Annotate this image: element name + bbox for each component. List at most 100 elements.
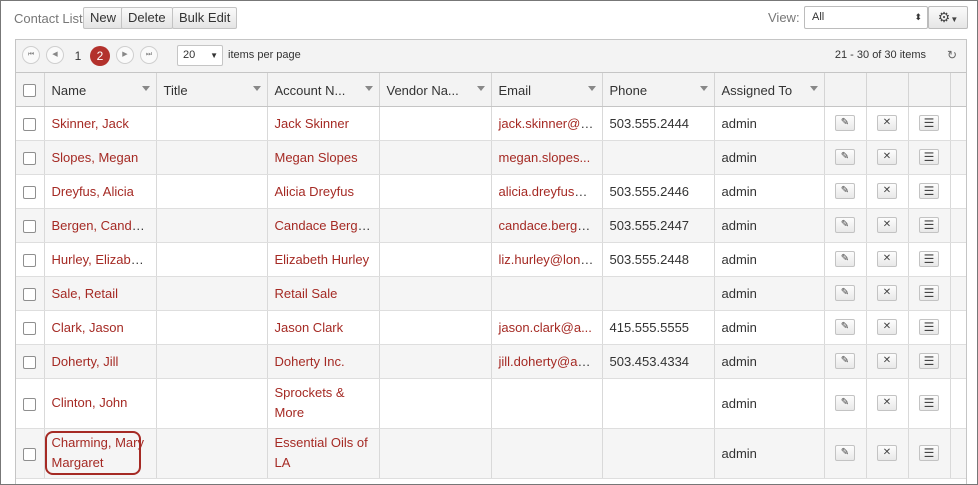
edit-button[interactable]: ✎ xyxy=(835,183,855,200)
delete-row-button[interactable]: ✕ xyxy=(877,285,897,302)
row-checkbox[interactable] xyxy=(23,355,37,369)
filter-icon[interactable] xyxy=(587,86,596,91)
bulk-edit-button[interactable]: Bulk Edit xyxy=(172,7,238,29)
edit-button[interactable]: ✎ xyxy=(835,319,855,336)
row-checkbox[interactable] xyxy=(23,447,37,461)
row-menu-button[interactable]: ☰ xyxy=(919,149,939,166)
account-name-cell[interactable]: Jason Clark xyxy=(266,310,379,345)
name-cell[interactable]: Charming, Mary Margaret xyxy=(43,428,156,479)
email-cell xyxy=(490,276,602,311)
row-checkbox[interactable] xyxy=(23,287,37,301)
column-header-vendor-name[interactable]: Vendor Na... xyxy=(378,73,491,107)
name-cell[interactable]: Skinner, Jack xyxy=(43,106,156,141)
filter-icon[interactable] xyxy=(699,86,708,91)
row-menu-button[interactable]: ☰ xyxy=(919,353,939,370)
account-name-cell[interactable]: Retail Sale xyxy=(266,276,379,311)
email-cell[interactable]: jason.clark@a... xyxy=(490,310,602,345)
account-name-cell[interactable]: Essential Oils of LA xyxy=(266,428,379,479)
prev-page-icon[interactable]: ◀ xyxy=(46,46,64,64)
row-menu-button[interactable]: ☰ xyxy=(919,251,939,268)
name-cell[interactable]: Bergen, Candace xyxy=(43,208,156,243)
select-all-checkbox[interactable] xyxy=(23,83,37,97)
refresh-icon[interactable]: ↻ xyxy=(947,48,957,62)
row-checkbox[interactable] xyxy=(23,185,37,199)
delete-row-button[interactable]: ✕ xyxy=(877,149,897,166)
page-size-select[interactable]: 20 ▼ xyxy=(177,45,223,66)
page-2-button[interactable]: 2 xyxy=(90,46,110,66)
name-cell[interactable]: Slopes, Megan xyxy=(43,140,156,175)
delete-row-button[interactable]: ✕ xyxy=(877,217,897,234)
name-cell[interactable]: Doherty, Jill xyxy=(43,344,156,379)
account-name-cell[interactable]: Doherty Inc. xyxy=(266,344,379,379)
account-name-cell[interactable]: Jack Skinner xyxy=(266,106,379,141)
edit-button[interactable]: ✎ xyxy=(835,445,855,462)
page-1-button[interactable]: 1 xyxy=(68,46,88,66)
edit-button[interactable]: ✎ xyxy=(835,149,855,166)
account-name-cell[interactable]: Megan Slopes xyxy=(266,140,379,175)
row-menu-button[interactable]: ☰ xyxy=(919,183,939,200)
edit-button[interactable]: ✎ xyxy=(835,217,855,234)
filter-icon[interactable] xyxy=(252,86,261,91)
last-page-icon[interactable]: ⏭ xyxy=(140,46,158,64)
delete-row-button[interactable]: ✕ xyxy=(877,251,897,268)
column-header-account-name[interactable]: Account N... xyxy=(266,73,379,107)
row-checkbox[interactable] xyxy=(23,219,37,233)
filter-icon[interactable] xyxy=(141,86,150,91)
row-checkbox[interactable] xyxy=(23,253,37,267)
edit-button[interactable]: ✎ xyxy=(835,115,855,132)
email-cell[interactable]: jack.skinner@y... xyxy=(490,106,602,141)
edit-button[interactable]: ✎ xyxy=(835,285,855,302)
account-name-cell[interactable]: Candace Bergen xyxy=(266,208,379,243)
row-menu-button[interactable]: ☰ xyxy=(919,285,939,302)
name-cell[interactable]: Hurley, Elizabeth xyxy=(43,242,156,277)
delete-row-button[interactable]: ✕ xyxy=(877,445,897,462)
delete-row-button-cell: ✕ xyxy=(865,174,908,209)
edit-button[interactable]: ✎ xyxy=(835,353,855,370)
email-cell[interactable]: alicia.dreyfus@... xyxy=(490,174,602,209)
email-cell[interactable]: liz.hurley@lond... xyxy=(490,242,602,277)
first-page-icon[interactable]: ⏮ xyxy=(22,46,40,64)
delete-row-button[interactable]: ✕ xyxy=(877,115,897,132)
title-cell xyxy=(155,106,267,141)
name-cell[interactable]: Clark, Jason xyxy=(43,310,156,345)
row-menu-button[interactable]: ☰ xyxy=(919,217,939,234)
account-name-cell[interactable]: Sprockets & More xyxy=(266,378,379,429)
row-checkbox[interactable] xyxy=(23,397,37,411)
column-header-title[interactable]: Title xyxy=(155,73,267,107)
delete-row-button[interactable]: ✕ xyxy=(877,353,897,370)
account-name-cell[interactable]: Elizabeth Hurley xyxy=(266,242,379,277)
column-header-name[interactable]: Name xyxy=(43,73,156,107)
view-select[interactable]: All ⬍ xyxy=(804,6,928,29)
name-cell[interactable]: Sale, Retail xyxy=(43,276,156,311)
title-cell xyxy=(155,242,267,277)
row-checkbox[interactable] xyxy=(23,117,37,131)
next-page-icon[interactable]: ▶ xyxy=(116,46,134,64)
edit-button[interactable]: ✎ xyxy=(835,251,855,268)
row-menu-button[interactable]: ☰ xyxy=(919,395,939,412)
column-header-assigned-to[interactable]: Assigned To xyxy=(713,73,824,107)
edit-button[interactable]: ✎ xyxy=(835,395,855,412)
email-cell[interactable]: candace.berge... xyxy=(490,208,602,243)
row-menu-button[interactable]: ☰ xyxy=(919,115,939,132)
row-checkbox[interactable] xyxy=(23,151,37,165)
delete-row-button[interactable]: ✕ xyxy=(877,183,897,200)
filter-icon[interactable] xyxy=(364,86,373,91)
filter-icon[interactable] xyxy=(476,86,485,91)
settings-button[interactable]: ⚙▼ xyxy=(928,6,968,29)
account-name-cell[interactable]: Alicia Dreyfus xyxy=(266,174,379,209)
email-cell[interactable]: jill.doherty@agi... xyxy=(490,344,602,379)
name-cell[interactable]: Dreyfus, Alicia xyxy=(43,174,156,209)
delete-button[interactable]: Delete xyxy=(121,7,173,29)
column-header-phone[interactable]: Phone xyxy=(601,73,714,107)
assigned-to-cell: admin xyxy=(713,276,824,311)
row-checkbox[interactable] xyxy=(23,321,37,335)
email-cell[interactable]: megan.slopes... xyxy=(490,140,602,175)
row-menu-button[interactable]: ☰ xyxy=(919,319,939,336)
name-cell[interactable]: Clinton, John xyxy=(43,378,156,429)
new-button[interactable]: New xyxy=(83,7,124,29)
delete-row-button[interactable]: ✕ xyxy=(877,319,897,336)
row-menu-button[interactable]: ☰ xyxy=(919,445,939,462)
column-header-email[interactable]: Email xyxy=(490,73,602,107)
filter-icon[interactable] xyxy=(809,86,818,91)
delete-row-button[interactable]: ✕ xyxy=(877,395,897,412)
